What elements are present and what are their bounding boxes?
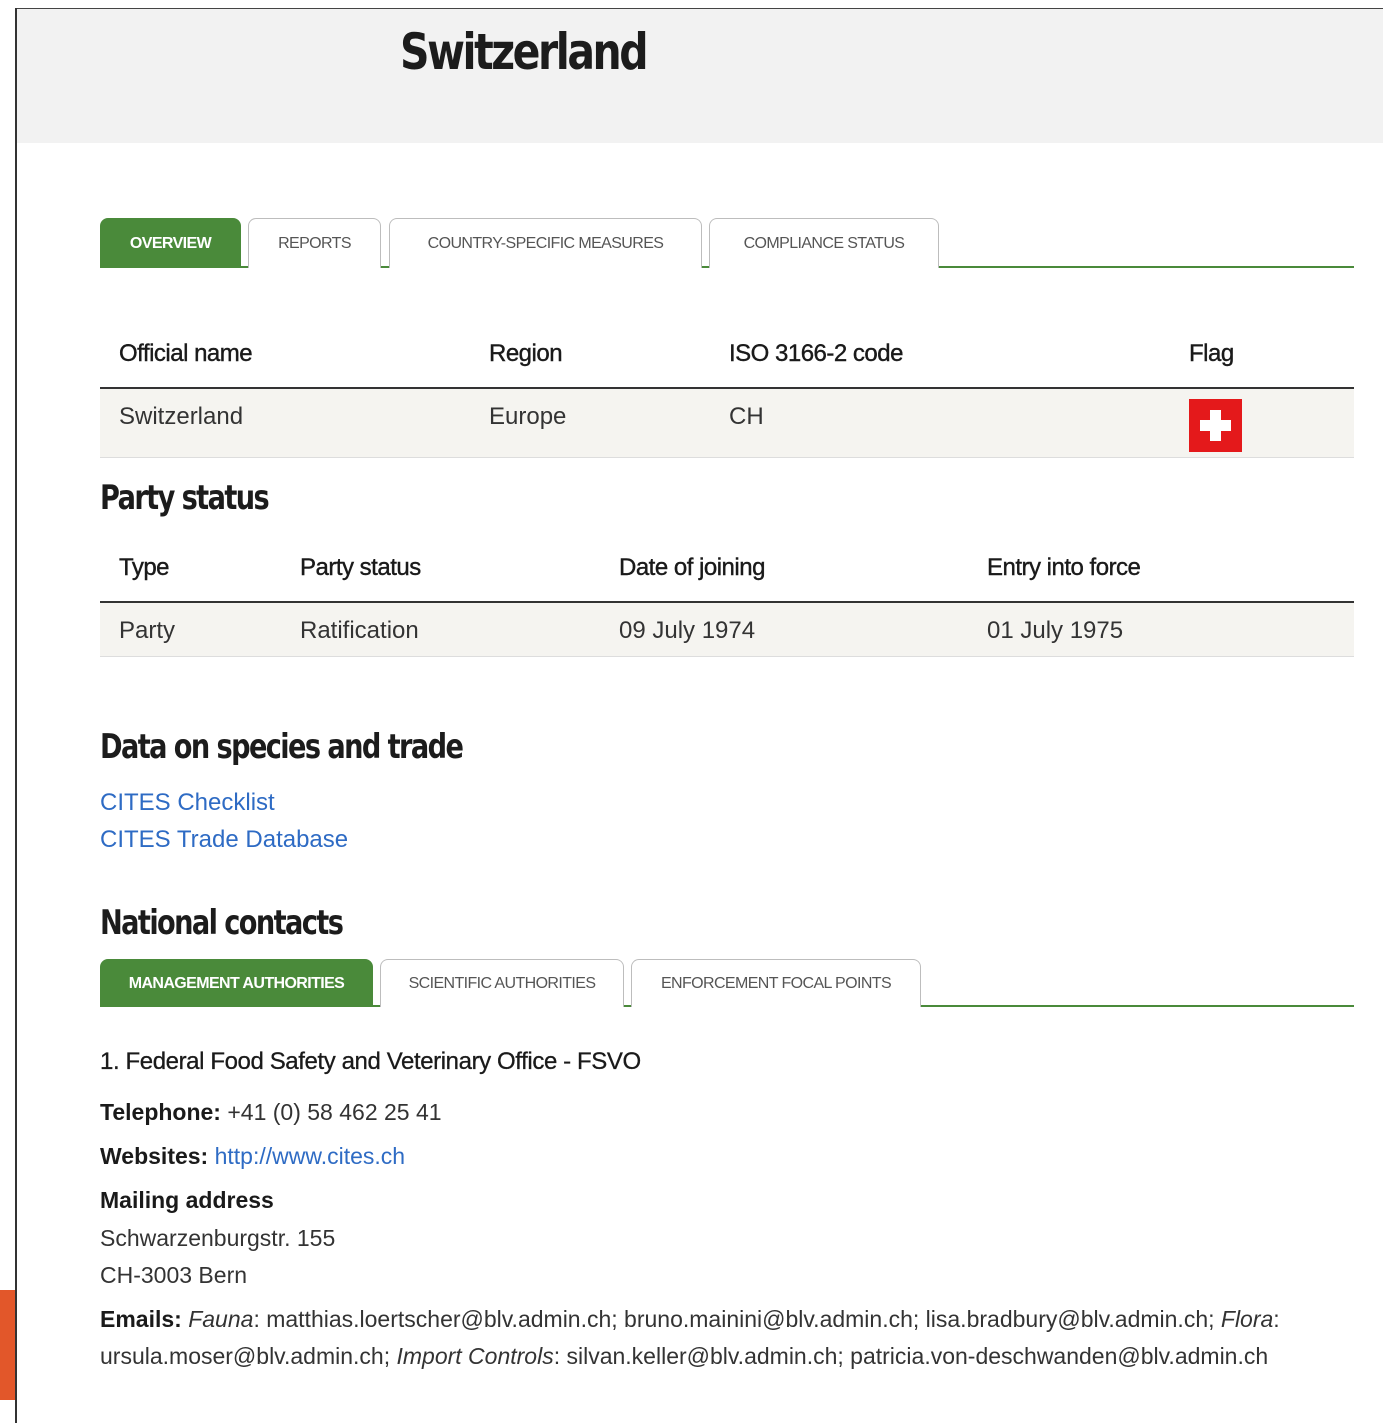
telephone-label: Telephone: xyxy=(100,1099,221,1125)
column-header: Date of joining xyxy=(600,534,968,603)
party-status-table: Type Party status Date of joining Entry … xyxy=(100,534,1354,657)
column-header: Official name xyxy=(100,320,470,389)
flora-label: Flora xyxy=(1220,1306,1274,1332)
websites-line: Websites: http://www.cites.ch xyxy=(100,1143,405,1170)
side-feedback-tab[interactable] xyxy=(0,1290,15,1400)
table-header-row: Type Party status Date of joining Entry … xyxy=(100,534,1354,603)
contact-tabs: MANAGEMENT AUTHORITIES SCIENTIFIC AUTHOR… xyxy=(100,959,1354,1007)
column-header: Entry into force xyxy=(968,534,1354,603)
party-status-cell: Ratification xyxy=(281,602,600,657)
tab-enforcement-focal-points[interactable]: ENFORCEMENT FOCAL POINTS xyxy=(631,959,921,1007)
websites-label: Websites: xyxy=(100,1143,209,1169)
overview-table: Official name Region ISO 3166-2 code Fla… xyxy=(100,320,1354,458)
telephone-value: +41 (0) 58 462 25 41 xyxy=(227,1099,442,1125)
column-header: Flag xyxy=(1170,320,1354,389)
mailing-address-label-line: Mailing address xyxy=(100,1187,274,1214)
address-line-1: Schwarzenburgstr. 155 xyxy=(100,1225,336,1251)
window-left-border xyxy=(15,8,17,1423)
page-header: Switzerland xyxy=(17,9,1383,143)
tab-reports[interactable]: REPORTS xyxy=(248,218,381,268)
column-header: Region xyxy=(470,320,710,389)
party-status-title: Party status xyxy=(100,478,270,518)
column-header: Type xyxy=(100,534,281,603)
emails-block: Emails: Fauna: matthias.loertscher@blv.a… xyxy=(100,1301,1330,1375)
species-trade-title: Data on species and trade xyxy=(100,727,464,767)
cites-checklist-link[interactable]: CITES Checklist xyxy=(100,789,275,817)
contact-organization-name: 1. Federal Food Safety and Veterinary Of… xyxy=(100,1048,641,1075)
address-line-2: CH-3003 Bern xyxy=(100,1262,248,1288)
type-cell: Party xyxy=(100,602,281,657)
main-tabs: OVERVIEW REPORTS COUNTRY-SPECIFIC MEASUR… xyxy=(100,218,1354,268)
region-cell: Europe xyxy=(470,388,710,458)
fauna-label: Fauna xyxy=(188,1306,254,1332)
website-link[interactable]: http://www.cites.ch xyxy=(215,1143,405,1169)
date-of-joining-cell: 09 July 1974 xyxy=(600,602,968,657)
iso-code-cell: CH xyxy=(710,388,1170,458)
import-controls-label: Import Controls xyxy=(396,1343,554,1369)
flag-cell xyxy=(1170,388,1354,458)
column-header: Party status xyxy=(281,534,600,603)
tab-management-authorities[interactable]: MANAGEMENT AUTHORITIES xyxy=(100,959,373,1007)
table-row: Party Ratification 09 July 1974 01 July … xyxy=(100,602,1354,657)
table-row: Switzerland Europe CH xyxy=(100,388,1354,458)
cites-trade-database-link[interactable]: CITES Trade Database xyxy=(100,826,348,854)
column-header: ISO 3166-2 code xyxy=(710,320,1170,389)
official-name-cell: Switzerland xyxy=(100,388,470,458)
entry-into-force-cell: 01 July 1975 xyxy=(968,602,1354,657)
tab-scientific-authorities[interactable]: SCIENTIFIC AUTHORITIES xyxy=(380,959,624,1007)
national-contacts-title: National contacts xyxy=(100,903,344,943)
tab-compliance-status[interactable]: COMPLIANCE STATUS xyxy=(709,218,939,268)
tab-country-specific-measures[interactable]: COUNTRY-SPECIFIC MEASURES xyxy=(389,218,702,268)
swiss-flag-icon xyxy=(1189,399,1242,452)
tab-overview[interactable]: OVERVIEW xyxy=(100,218,241,268)
page-title: Switzerland xyxy=(400,23,649,81)
mailing-address-label: Mailing address xyxy=(100,1187,274,1213)
fauna-emails[interactable]: : matthias.loertscher@blv.admin.ch; brun… xyxy=(253,1306,1214,1332)
table-header-row: Official name Region ISO 3166-2 code Fla… xyxy=(100,320,1354,389)
emails-label: Emails: xyxy=(100,1306,182,1332)
import-controls-emails[interactable]: : silvan.keller@blv.admin.ch; patricia.v… xyxy=(554,1343,1268,1369)
telephone-line: Telephone: +41 (0) 58 462 25 41 xyxy=(100,1099,442,1126)
